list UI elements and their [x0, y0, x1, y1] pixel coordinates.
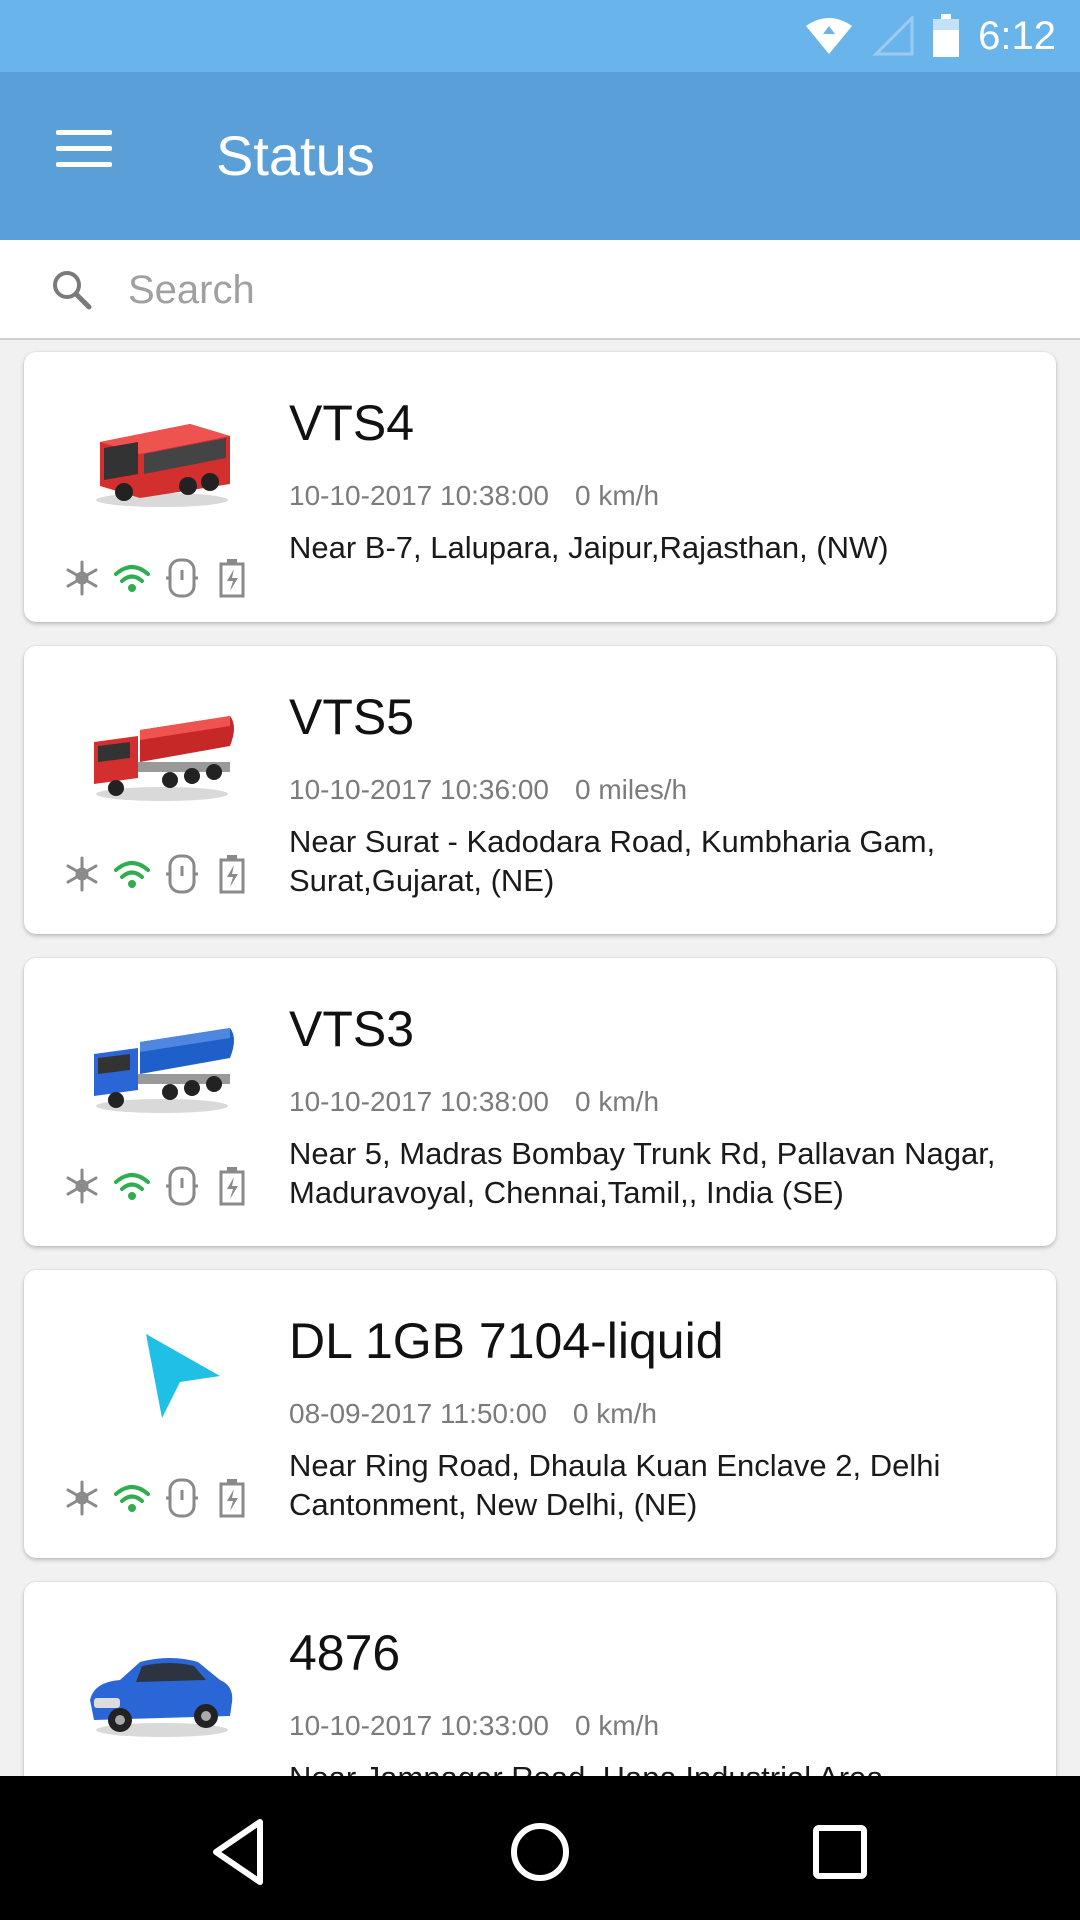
battery-icon — [933, 14, 960, 57]
speed: 0 km/h — [572, 1398, 657, 1429]
vehicle-address: Near Jamnagar Road, Hapa Industrial Area — [289, 1758, 1049, 1776]
home-icon[interactable] — [500, 1812, 580, 1892]
hamburger-menu-icon[interactable] — [40, 120, 126, 192]
vehicle-card[interactable]: 4876 10-10-2017 10:33:00 0 km/h Near Jamn… — [24, 1582, 1056, 1776]
vehicle-meta: 08-09-2017 11:50:00 0 km/h — [289, 1398, 657, 1430]
clock: 6:12 — [978, 14, 1056, 58]
ac-snowflake-icon — [66, 1168, 98, 1204]
status-icon-row — [62, 852, 252, 896]
gps-signal-icon — [114, 861, 150, 888]
ignition-icon — [166, 558, 198, 598]
status-icon-row — [62, 556, 252, 600]
vehicle-list: VTS4 10-10-2017 10:38:00 0 km/h Near B-7,… — [0, 340, 1080, 1776]
gps-signal-icon — [114, 1485, 150, 1512]
vehicle-address: Near 5, Madras Bombay Trunk Rd, Pallavan… — [289, 1136, 996, 1210]
search-input[interactable] — [126, 258, 1030, 322]
vehicle-card[interactable]: VTS5 10-10-2017 10:36:00 0 miles/h Near S… — [24, 646, 1056, 934]
cell-signal-icon — [872, 16, 914, 56]
vehicle-name: VTS5 — [289, 689, 415, 745]
vehicle-card[interactable]: VTS3 10-10-2017 10:38:00 0 km/h Near 5, M… — [24, 958, 1056, 1246]
timestamp: 10-10-2017 10:33:00 — [289, 1710, 549, 1741]
blue-tanker-truck-icon — [94, 1028, 234, 1113]
vehicle-address: Near Ring Road, Dhaula Kuan Enclave 2, D… — [289, 1448, 941, 1522]
speed: 0 km/h — [575, 1086, 660, 1117]
battery-charge-icon — [219, 855, 245, 894]
battery-charge-icon — [219, 559, 245, 598]
recents-icon[interactable] — [800, 1812, 880, 1892]
speed: 0 miles/h — [575, 774, 688, 805]
vehicle-card[interactable]: DL 1GB 7104-liquid 08-09-2017 11:50:00 0 … — [24, 1270, 1056, 1558]
vehicle-meta: 10-10-2017 10:36:00 0 miles/h — [289, 774, 687, 806]
battery-charge-icon — [219, 1167, 245, 1206]
status-icons-group: 6:12 — [804, 0, 1056, 72]
status-icon-row — [62, 1476, 252, 1520]
page-title: Status — [216, 124, 375, 187]
vehicle-meta: 10-10-2017 10:38:00 0 km/h — [289, 480, 659, 512]
timestamp: 10-10-2017 10:36:00 — [289, 774, 549, 805]
blue-car-icon — [90, 1658, 233, 1737]
vehicle-address: Near Surat - Kadodara Road, Kumbharia Ga… — [289, 824, 936, 898]
vehicle-meta: 10-10-2017 10:38:00 0 km/h — [289, 1086, 659, 1118]
back-icon[interactable] — [200, 1812, 280, 1892]
gps-signal-icon — [114, 1173, 150, 1200]
status-icon-row — [62, 1164, 252, 1208]
timestamp: 08-09-2017 11:50:00 — [289, 1398, 547, 1429]
speed: 0 km/h — [575, 1710, 660, 1741]
speed: 0 km/h — [575, 480, 660, 511]
vehicle-name: VTS4 — [289, 395, 415, 451]
ac-snowflake-icon — [66, 1480, 98, 1516]
vehicle-meta: 10-10-2017 10:33:00 0 km/h — [289, 1710, 659, 1742]
red-tanker-truck-icon — [94, 716, 234, 801]
search-icon[interactable] — [50, 268, 92, 310]
search-bar — [0, 240, 1080, 340]
system-nav-bar — [0, 1776, 1080, 1920]
ac-snowflake-icon — [66, 856, 98, 892]
ignition-icon — [166, 854, 198, 894]
ac-snowflake-icon — [66, 560, 98, 596]
status-bar: 6:12 — [0, 0, 1080, 72]
vehicle-card[interactable]: VTS4 10-10-2017 10:38:00 0 km/h Near B-7,… — [24, 352, 1056, 622]
gps-signal-icon — [114, 565, 150, 592]
timestamp: 10-10-2017 10:38:00 — [289, 480, 549, 511]
vehicle-name: 4876 — [289, 1625, 401, 1681]
battery-charge-icon — [219, 1479, 245, 1518]
red-bus-icon — [96, 424, 230, 507]
vehicle-name: VTS3 — [289, 1001, 415, 1057]
ignition-icon — [166, 1166, 198, 1206]
app-bar: Status — [0, 72, 1080, 240]
timestamp: 10-10-2017 10:38:00 — [289, 1086, 549, 1117]
vehicle-address: Near B-7, Lalupara, Jaipur,Rajasthan, (N… — [289, 530, 889, 565]
vehicle-name: DL 1GB 7104-liquid — [289, 1313, 724, 1369]
navigation-arrow-icon — [146, 1334, 220, 1418]
ignition-icon — [166, 1478, 198, 1518]
wifi-icon — [806, 18, 853, 54]
